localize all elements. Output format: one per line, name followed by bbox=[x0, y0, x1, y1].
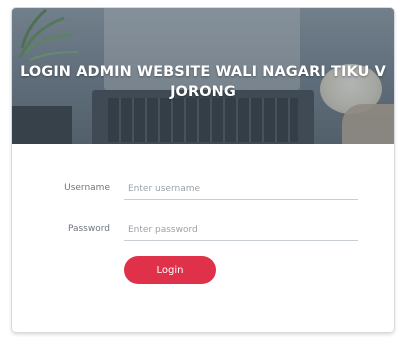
login-form: Username Password Login bbox=[12, 144, 394, 332]
header-banner: LOGIN ADMIN WEBSITE WALI NAGARI TIKU V J… bbox=[12, 8, 394, 144]
page-title: LOGIN ADMIN WEBSITE WALI NAGARI TIKU V J… bbox=[20, 64, 386, 100]
username-input[interactable] bbox=[124, 179, 358, 200]
username-row: Username bbox=[12, 179, 394, 205]
login-page: LOGIN ADMIN WEBSITE WALI NAGARI TIKU V J… bbox=[0, 0, 401, 340]
login-card: LOGIN ADMIN WEBSITE WALI NAGARI TIKU V J… bbox=[12, 8, 394, 332]
login-button[interactable]: Login bbox=[124, 256, 216, 284]
username-label: Username bbox=[64, 183, 110, 193]
password-row: Password bbox=[12, 220, 394, 246]
password-label: Password bbox=[67, 224, 110, 234]
password-input[interactable] bbox=[124, 220, 358, 241]
